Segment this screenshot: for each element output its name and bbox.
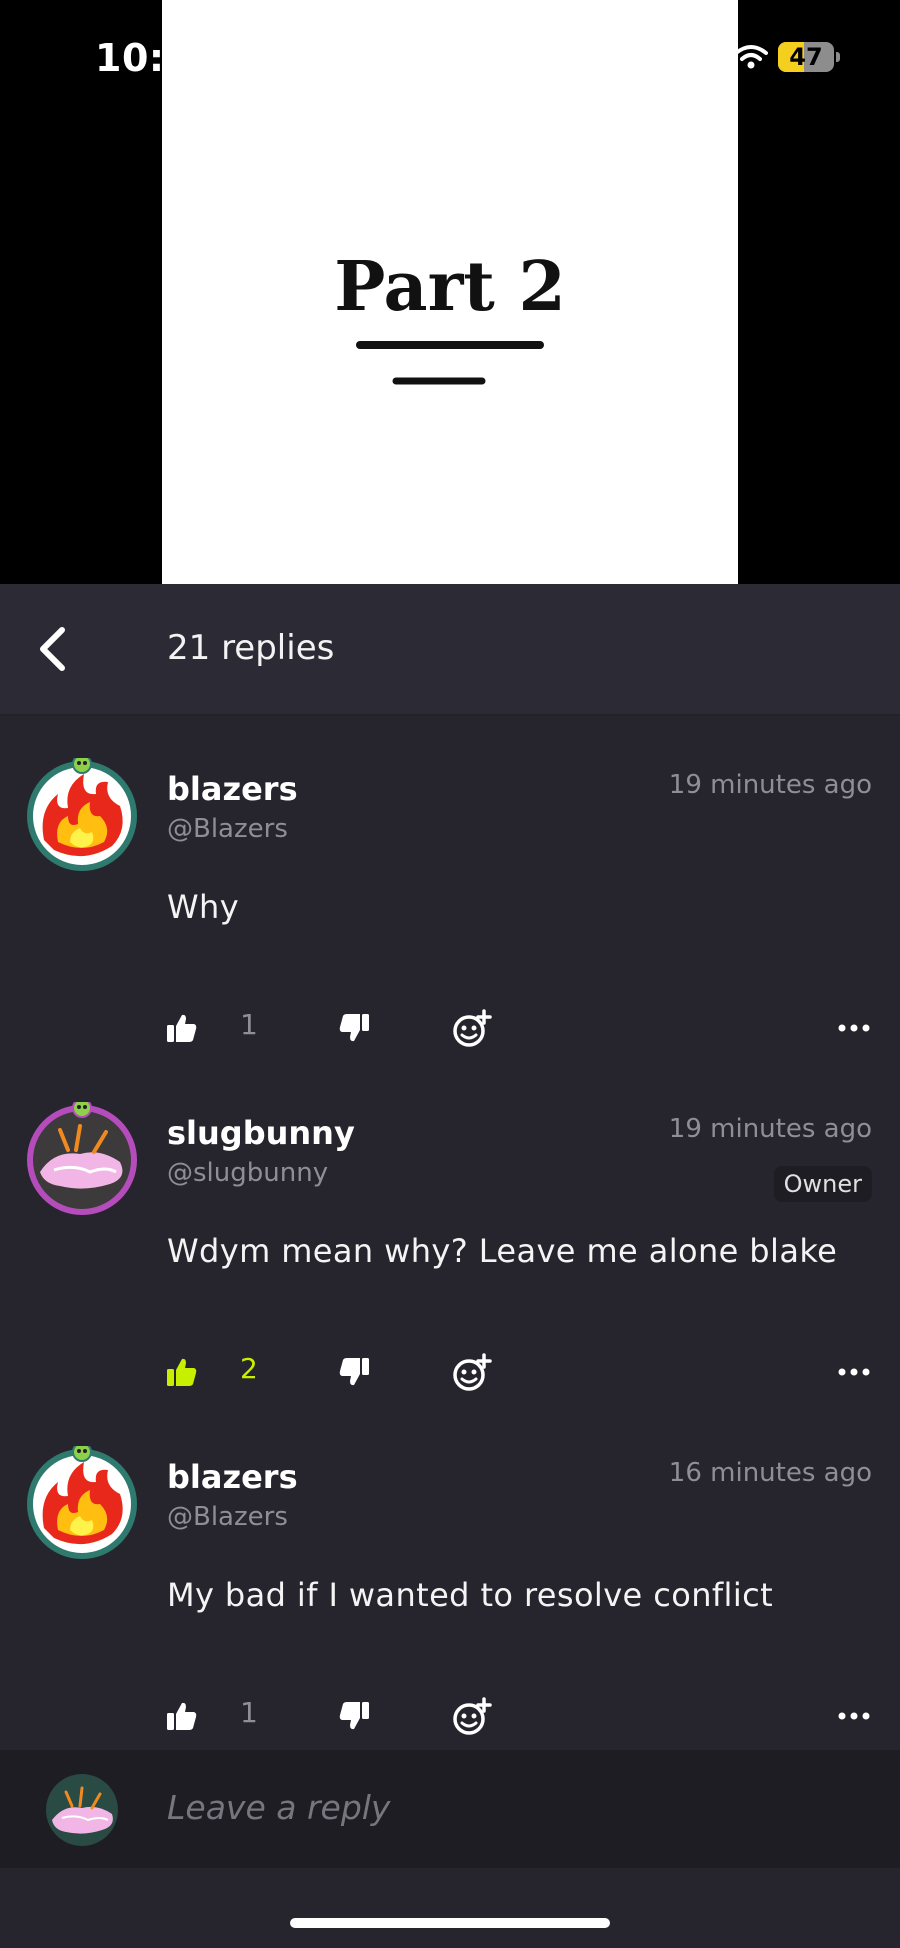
add-reaction-icon xyxy=(453,1353,492,1391)
dislike-button[interactable] xyxy=(338,998,370,1058)
user-handle[interactable]: @Blazers xyxy=(167,814,288,844)
owner-badge: Owner xyxy=(773,1166,872,1202)
timestamp: 19 minutes ago xyxy=(668,770,872,800)
like-count: 1 xyxy=(240,1696,258,1729)
like-button[interactable] xyxy=(166,1686,198,1746)
add-reaction-icon xyxy=(453,1009,492,1047)
battery-level: 47 xyxy=(789,43,823,71)
user-handle[interactable]: @slugbunny xyxy=(167,1158,328,1188)
avatar[interactable] xyxy=(24,1442,140,1562)
part-2-drawing: Part 2 xyxy=(334,247,566,385)
avatar[interactable] xyxy=(24,754,140,874)
comment-actions: 1 xyxy=(0,998,900,1058)
like-count: 1 xyxy=(240,1008,258,1041)
reply-bar: Leave a reply xyxy=(0,1750,900,1868)
more-options-icon xyxy=(838,1368,870,1376)
more-options-button[interactable] xyxy=(838,1342,870,1402)
add-reaction-button[interactable] xyxy=(452,1342,492,1402)
wifi-icon xyxy=(734,45,768,69)
thread-header: 21 replies xyxy=(0,584,900,716)
thumb-down-icon xyxy=(339,1702,369,1730)
thumb-up-icon xyxy=(167,1014,197,1042)
username[interactable]: blazers xyxy=(167,1458,298,1496)
dislike-button[interactable] xyxy=(338,1686,370,1746)
battery-icon: 47 xyxy=(778,42,834,72)
back-icon xyxy=(40,627,65,671)
add-reaction-button[interactable] xyxy=(452,998,492,1058)
replies-count: 21 replies xyxy=(167,628,335,668)
add-reaction-button[interactable] xyxy=(452,1686,492,1746)
comment-text: My bad if I wanted to resolve conflict xyxy=(167,1576,774,1614)
thumb-up-icon xyxy=(167,1358,197,1386)
thumb-down-icon xyxy=(339,1358,369,1386)
thumb-up-icon xyxy=(167,1702,197,1730)
current-user-avatar xyxy=(46,1774,118,1846)
avatar[interactable] xyxy=(24,1098,140,1218)
back-button[interactable] xyxy=(30,624,74,674)
more-options-icon xyxy=(838,1712,870,1720)
video-title-text: Part 2 xyxy=(334,247,566,327)
username[interactable]: slugbunny xyxy=(167,1114,355,1152)
video-player[interactable]: 10:2 Part 2 47 xyxy=(0,0,900,584)
comment-text: Why xyxy=(167,888,240,926)
timestamp: 16 minutes ago xyxy=(668,1458,872,1488)
comment-actions: 2 xyxy=(0,1342,900,1402)
home-indicator[interactable] xyxy=(290,1918,610,1928)
like-button[interactable] xyxy=(166,998,198,1058)
more-options-button[interactable] xyxy=(838,1686,870,1746)
comment-actions: 1 xyxy=(0,1686,900,1746)
thumb-down-icon xyxy=(339,1014,369,1042)
more-options-icon xyxy=(838,1024,870,1032)
status-icons: 47 xyxy=(734,42,840,72)
user-handle[interactable]: @Blazers xyxy=(167,1502,288,1532)
add-reaction-icon xyxy=(453,1697,492,1735)
like-count: 2 xyxy=(240,1352,258,1385)
video-frame[interactable]: Part 2 xyxy=(162,0,738,584)
like-button[interactable] xyxy=(166,1342,198,1402)
comment-text: Wdym mean why? Leave me alone blake xyxy=(167,1232,838,1270)
more-options-button[interactable] xyxy=(838,998,870,1058)
battery-nub xyxy=(836,52,840,62)
reply-input[interactable]: Leave a reply xyxy=(167,1788,390,1827)
timestamp: 19 minutes ago xyxy=(668,1114,872,1144)
dislike-button[interactable] xyxy=(338,1342,370,1402)
username[interactable]: blazers xyxy=(167,770,298,808)
